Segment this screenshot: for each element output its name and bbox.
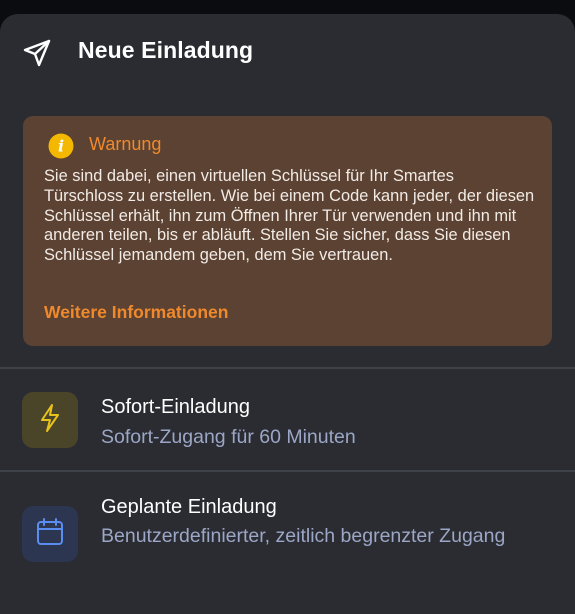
page-title: Neue Einladung [78, 37, 254, 63]
scheduled-invitation-subtitle: Benutzerdefinierter, zeitlich begrenzter… [101, 525, 506, 547]
divider [0, 367, 575, 369]
instant-invitation-title: Sofort-Einladung [101, 396, 250, 418]
instant-icon-tile [22, 392, 78, 448]
scheduled-icon-tile [22, 506, 78, 562]
calendar-icon [35, 517, 65, 552]
lightning-icon [38, 403, 62, 438]
more-info-link[interactable]: Weitere Informationen [44, 302, 228, 323]
warning-title: Warnung [89, 134, 162, 154]
invitation-sheet: Neue Einladung i Warnung Sie sind dabei,… [0, 14, 575, 614]
instant-invitation-subtitle: Sofort-Zugang für 60 Minuten [101, 426, 356, 448]
svg-text:i: i [58, 137, 64, 156]
send-icon [22, 38, 52, 68]
scheduled-invitation-title: Geplante Einladung [101, 496, 277, 518]
warning-text: Sie sind dabei, einen virtuellen Schlüss… [44, 167, 535, 265]
scheduled-invitation-option[interactable]: Geplante Einladung Benutzerdefinierter, … [0, 472, 575, 602]
warning-banner: i Warnung Sie sind dabei, einen virtuell… [23, 116, 552, 346]
instant-invitation-option[interactable]: Sofort-Einladung Sofort-Zugang für 60 Mi… [0, 370, 575, 470]
header: Neue Einladung [0, 14, 575, 90]
info-icon: i [48, 133, 74, 159]
